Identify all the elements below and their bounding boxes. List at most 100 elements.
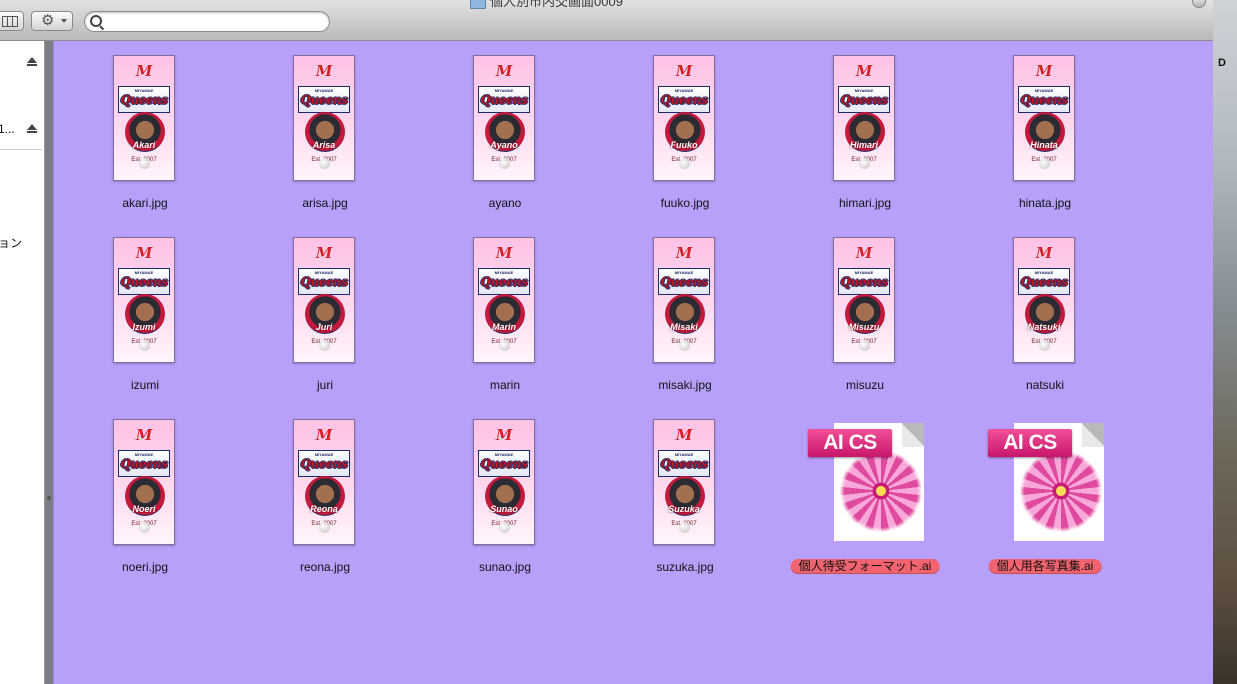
eject-icon[interactable]	[27, 57, 37, 66]
player-name: Sunao	[490, 504, 518, 514]
team-banner: MIYAMAE Queens	[1018, 268, 1070, 295]
file-thumbnail[interactable]: M MIYAMAE Queens Suzuka Est. 2007	[653, 419, 715, 545]
team-banner: MIYAMAE Queens	[298, 86, 350, 113]
file-name[interactable]: fuuko.jpg	[610, 196, 760, 210]
file-name[interactable]: suzuka.jpg	[610, 560, 760, 574]
file-thumbnail[interactable]: M MIYAMAE Queens Fuuko Est. 2007	[653, 55, 715, 181]
splitter-handle[interactable]	[47, 496, 51, 500]
baseball-icon	[499, 158, 510, 169]
window-title: 個人別市内交画面0009	[470, 0, 623, 10]
baseball-icon	[1039, 158, 1050, 169]
file-name[interactable]: juri	[250, 378, 400, 392]
team-logo: M	[495, 244, 513, 262]
flower-icon	[1020, 449, 1102, 533]
team-logo: M	[495, 62, 513, 80]
team-logo: M	[675, 244, 693, 262]
team-logo: M	[1035, 244, 1053, 262]
file-thumbnail[interactable]: M MIYAMAE Queens Akari Est. 2007	[113, 55, 175, 181]
player-name: Fuuko	[670, 140, 698, 150]
player-name: Ayano	[490, 140, 518, 150]
baseball-icon	[1039, 340, 1050, 351]
file-name[interactable]: misaki.jpg	[610, 378, 760, 392]
close-window-button[interactable]	[1192, 0, 1206, 8]
player-name: Misuzu	[848, 322, 880, 332]
team-banner: MIYAMAE Queens	[658, 268, 710, 295]
team-banner: MIYAMAE Queens	[478, 268, 530, 295]
eject-icon[interactable]	[27, 124, 37, 133]
file-thumbnail[interactable]: M MIYAMAE Queens Himari Est. 2007	[833, 55, 895, 181]
ai-cs-badge: AI CS	[808, 429, 892, 457]
file-thumbnail[interactable]: M MIYAMAE Queens Misuzu Est. 2007	[833, 237, 895, 363]
file-thumbnail[interactable]: M MIYAMAE Queens Ayano Est. 2007	[473, 55, 535, 181]
team-banner: MIYAMAE Queens	[658, 450, 710, 477]
file-thumbnail[interactable]: M MIYAMAE Queens Misaki Est. 2007	[653, 237, 715, 363]
baseball-icon	[139, 522, 150, 533]
flower-icon	[840, 449, 922, 533]
action-menu-button[interactable]: ⚙	[31, 11, 73, 31]
gear-icon: ⚙	[41, 12, 55, 29]
file-thumbnail[interactable]: M MIYAMAE Queens Marin Est. 2007	[473, 237, 535, 363]
file-name[interactable]: arisa.jpg	[250, 196, 400, 210]
column-view-button[interactable]	[0, 11, 24, 31]
team-logo: M	[135, 244, 153, 262]
file-name[interactable]: hinata.jpg	[970, 196, 1120, 210]
baseball-icon	[679, 158, 690, 169]
baseball-icon	[319, 158, 330, 169]
sidebar-item-device[interactable]: 1...	[0, 122, 15, 136]
page-fold	[1082, 423, 1104, 447]
file-thumbnail[interactable]: M MIYAMAE Queens Sunao Est. 2007	[473, 419, 535, 545]
desktop-edge-text: D	[1218, 57, 1226, 69]
search-input[interactable]	[105, 13, 325, 31]
player-name: Izumi	[132, 322, 156, 332]
player-name: Natsuki	[1027, 322, 1061, 332]
file-name[interactable]: misuzu	[790, 378, 940, 392]
team-banner: MIYAMAE Queens	[298, 450, 350, 477]
file-name[interactable]: ayano	[430, 196, 580, 210]
file-name-label-red[interactable]: 個人用各写真集.ai	[988, 559, 1102, 574]
team-logo: M	[315, 426, 333, 444]
file-name[interactable]: noeri.jpg	[70, 560, 220, 574]
file-thumbnail[interactable]: M MIYAMAE Queens Izumi Est. 2007	[113, 237, 175, 363]
desktop-background	[1213, 0, 1237, 684]
baseball-icon	[679, 340, 690, 351]
icon-view[interactable]: M MIYAMAE Queens Akari Est. 2007 akari.jp…	[53, 41, 1213, 684]
file-name[interactable]: akari.jpg	[70, 196, 220, 210]
team-banner: MIYAMAE Queens	[118, 86, 170, 113]
search-icon	[90, 15, 102, 27]
sidebar-divider	[0, 149, 42, 150]
page-fold	[902, 423, 924, 447]
baseball-icon	[499, 522, 510, 533]
player-name: Hinata	[1030, 140, 1058, 150]
player-name: Arisa	[312, 140, 336, 150]
player-name: Akari	[132, 140, 156, 150]
illustrator-document-icon[interactable]: AI CS	[988, 419, 1108, 545]
player-name: Suzuka	[668, 504, 700, 514]
file-thumbnail[interactable]: M MIYAMAE Queens Juri Est. 2007	[293, 237, 355, 363]
file-thumbnail[interactable]: M MIYAMAE Queens Hinata Est. 2007	[1013, 55, 1075, 181]
player-name: Misaki	[670, 322, 698, 332]
file-thumbnail[interactable]: M MIYAMAE Queens Reona Est. 2007	[293, 419, 355, 545]
player-name: Reona	[310, 504, 338, 514]
search-field[interactable]	[84, 11, 330, 32]
file-name[interactable]: marin	[430, 378, 580, 392]
file-name[interactable]: natsuki	[970, 378, 1120, 392]
ai-cs-badge: AI CS	[988, 429, 1072, 457]
team-logo: M	[855, 62, 873, 80]
baseball-icon	[319, 340, 330, 351]
team-logo: M	[135, 426, 153, 444]
file-name-label-red[interactable]: 個人待受フォーマット.ai	[790, 559, 940, 574]
file-name[interactable]: sunao.jpg	[430, 560, 580, 574]
columns-icon	[2, 16, 18, 27]
illustrator-document-icon[interactable]: AI CS	[808, 419, 928, 545]
baseball-icon	[319, 522, 330, 533]
player-name: Juri	[315, 322, 333, 332]
team-banner: MIYAMAE Queens	[478, 86, 530, 113]
file-name[interactable]: izumi	[70, 378, 220, 392]
file-thumbnail[interactable]: M MIYAMAE Queens Natsuki Est. 2007	[1013, 237, 1075, 363]
team-banner: MIYAMAE Queens	[478, 450, 530, 477]
file-name[interactable]: himari.jpg	[790, 196, 940, 210]
file-name[interactable]: reona.jpg	[250, 560, 400, 574]
file-thumbnail[interactable]: M MIYAMAE Queens Noeri Est. 2007	[113, 419, 175, 545]
sidebar-item-application[interactable]: ョン	[0, 234, 22, 251]
file-thumbnail[interactable]: M MIYAMAE Queens Arisa Est. 2007	[293, 55, 355, 181]
